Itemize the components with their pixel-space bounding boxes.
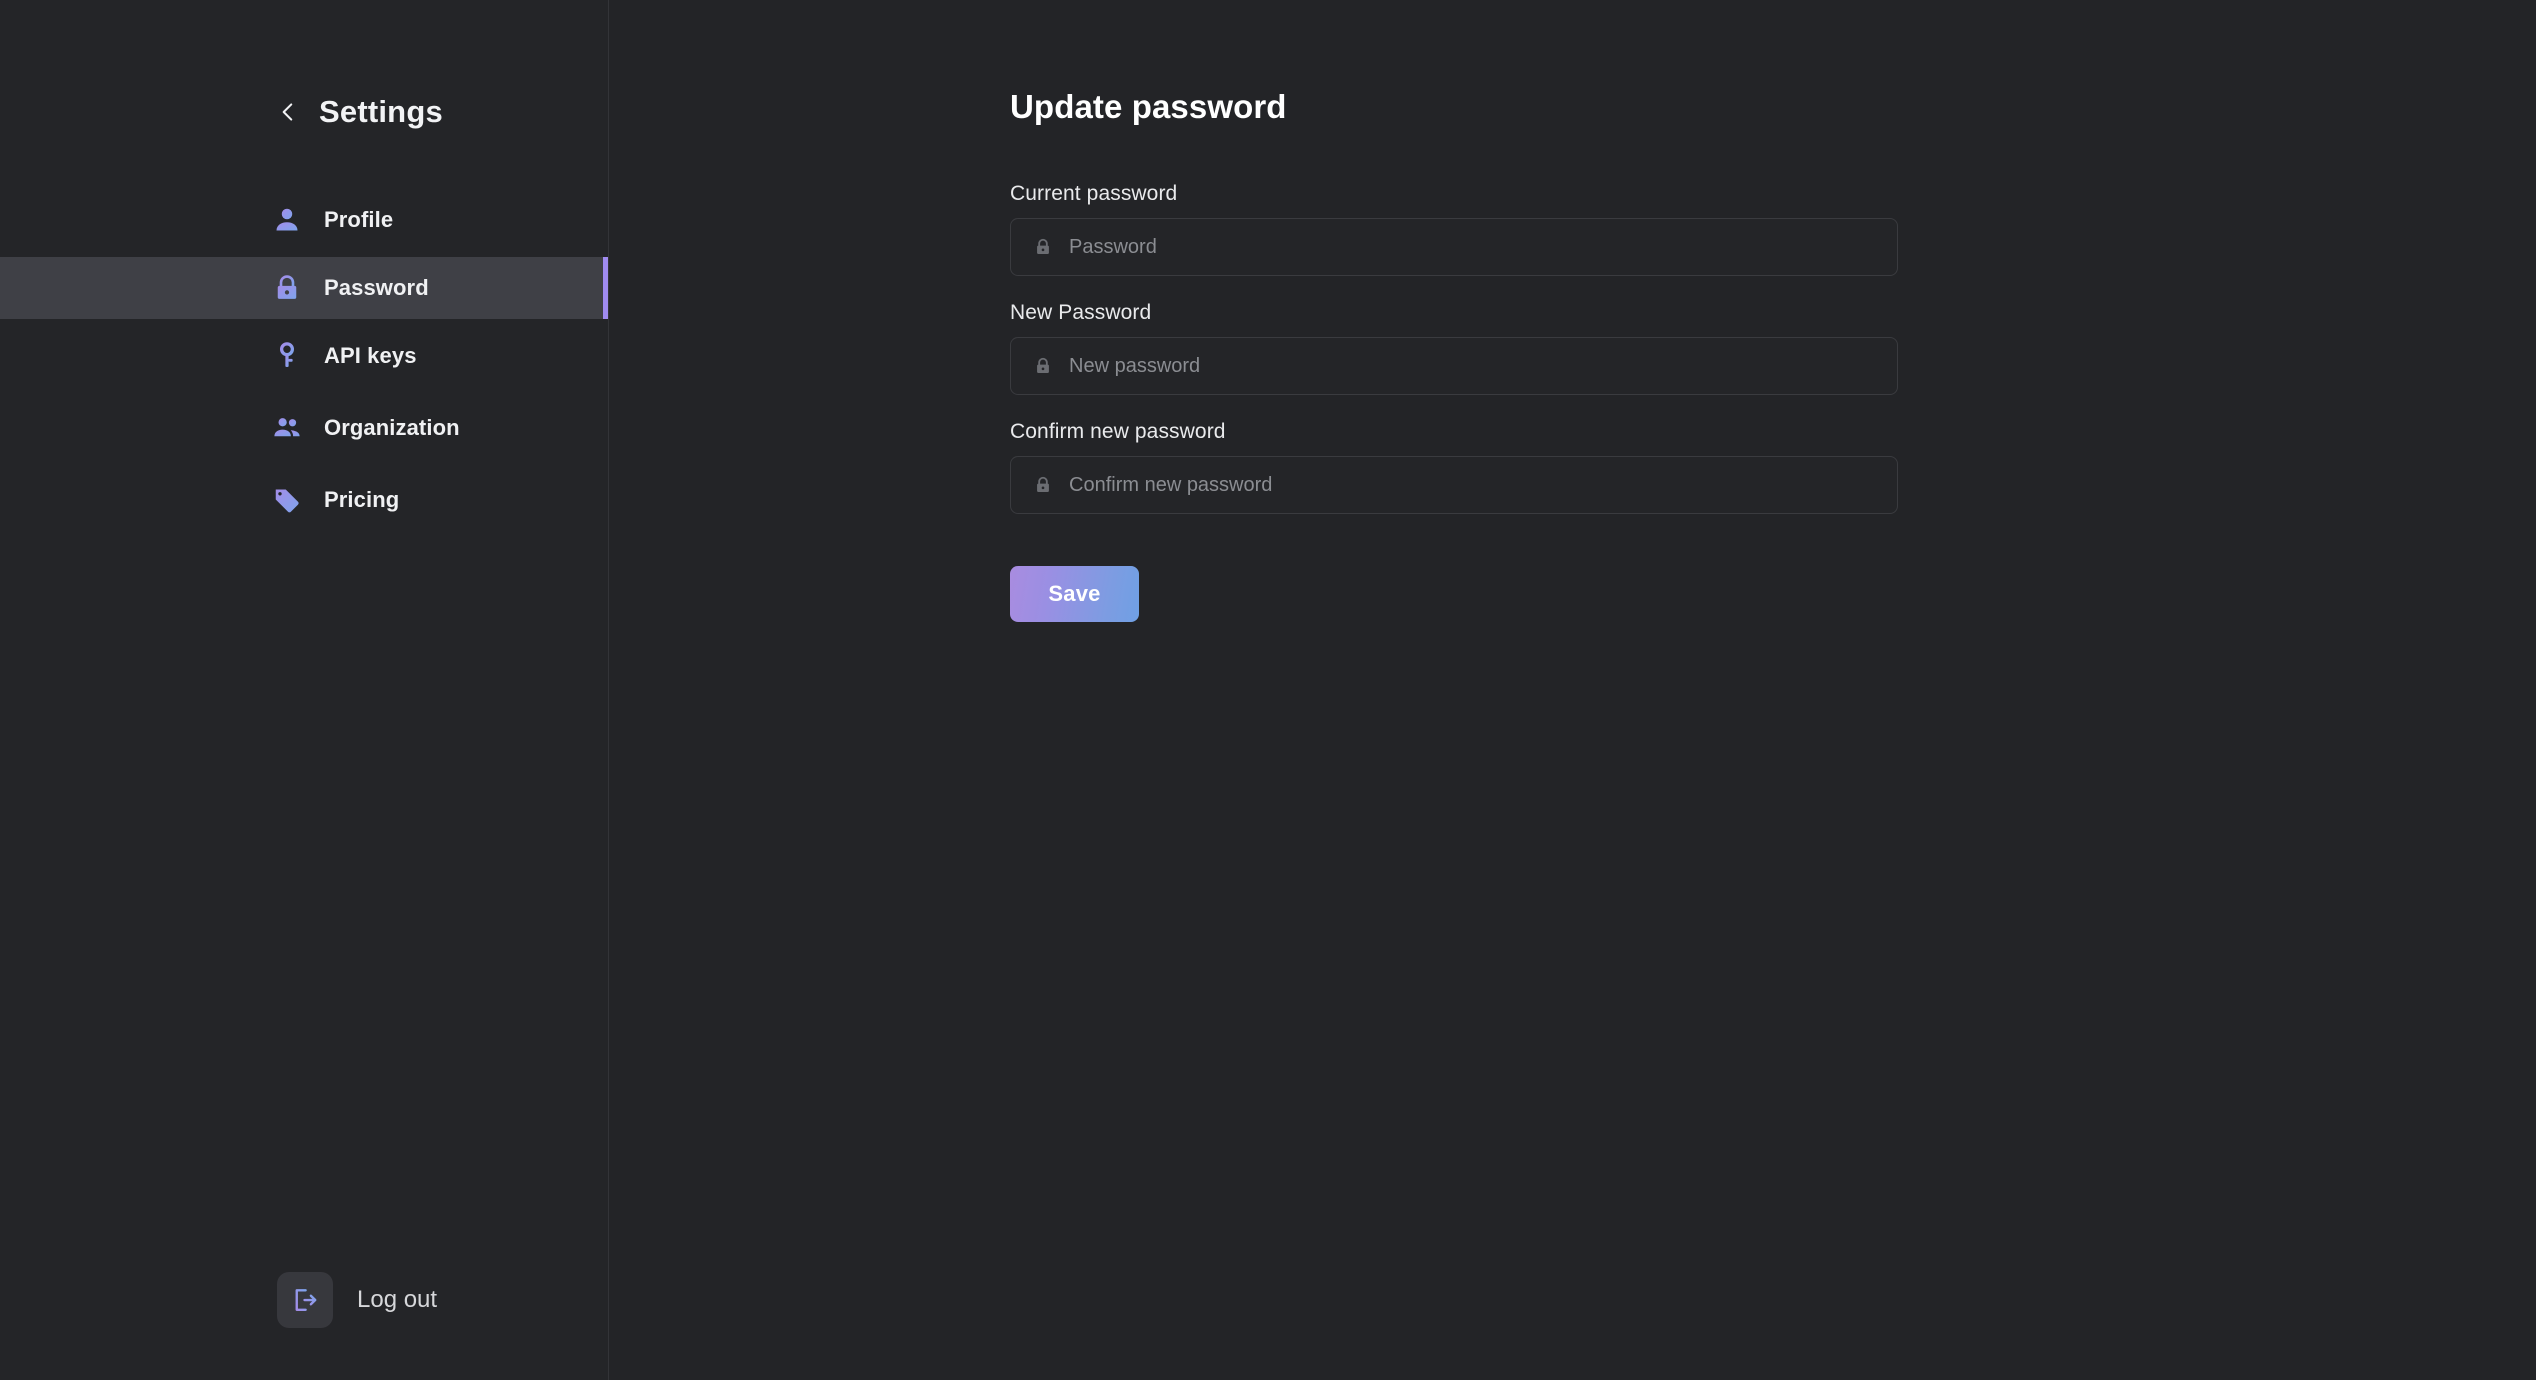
confirm-password-input-wrapper[interactable] (1010, 456, 1898, 514)
field-new-password: New Password (1010, 301, 1898, 395)
lock-icon (277, 275, 297, 299)
people-group-icon (274, 418, 300, 437)
field-label: Confirm new password (1010, 420, 1226, 443)
chevron-left-icon[interactable] (275, 99, 301, 125)
current-password-input[interactable] (1069, 219, 1897, 275)
update-password-form: Current password New Password Confirm ne… (1010, 182, 1898, 622)
tag-icon (275, 489, 299, 513)
sidebar-header: Settings (0, 82, 608, 142)
sidebar: Settings Profile Password API keys Organ… (0, 0, 609, 1380)
sidebar-item-password[interactable]: Password (0, 257, 608, 319)
settings-page: Settings Profile Password API keys Organ… (0, 0, 2536, 1380)
lock-icon (1037, 476, 1049, 492)
sidebar-item-profile[interactable]: Profile (0, 189, 608, 251)
sidebar-item-label: Password (324, 275, 429, 300)
person-icon (276, 208, 298, 231)
field-current-password: Current password (1010, 182, 1898, 276)
confirm-password-input[interactable] (1069, 457, 1897, 513)
sidebar-nav: Profile Password API keys Organization P… (0, 189, 608, 531)
new-password-input[interactable] (1069, 338, 1897, 394)
main-content: Update password Current password New Pas… (609, 0, 2536, 1380)
sidebar-item-label: Organization (324, 415, 460, 440)
field-label: Current password (1010, 182, 1178, 205)
save-button[interactable]: Save (1010, 566, 1139, 622)
field-label: New Password (1010, 301, 1152, 324)
sidebar-item-api-keys[interactable]: API keys (0, 325, 608, 387)
page-title: Update password (1010, 88, 1287, 125)
new-password-input-wrapper[interactable] (1010, 337, 1898, 395)
current-password-input-wrapper[interactable] (1010, 218, 1898, 276)
sidebar-item-label: Pricing (324, 487, 400, 512)
field-confirm-new-password: Confirm new password (1010, 420, 1898, 514)
logout-arrow-icon (295, 1289, 317, 1311)
logout-icon-container (277, 1272, 333, 1328)
logout-button[interactable]: Log out (277, 1272, 437, 1328)
sidebar-item-label: API keys (324, 343, 417, 368)
logout-label: Log out (357, 1286, 438, 1313)
key-icon (279, 342, 295, 367)
sidebar-item-pricing[interactable]: Pricing (0, 469, 608, 531)
page-title-settings: Settings (319, 94, 443, 129)
sidebar-item-organization[interactable]: Organization (0, 397, 608, 459)
lock-icon (1037, 357, 1049, 373)
lock-icon (1037, 238, 1049, 254)
sidebar-item-label: Profile (324, 207, 394, 232)
